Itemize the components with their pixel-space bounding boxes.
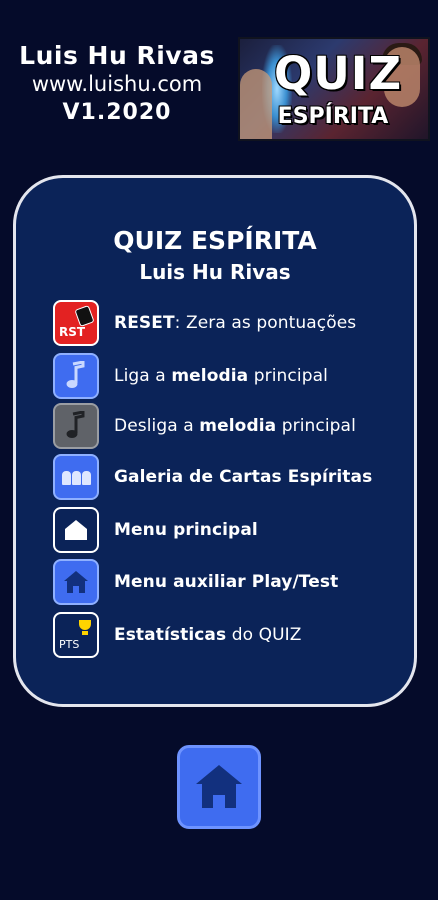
legend-row-cards-gallery: Galeria de Cartas Espíritas (53, 454, 372, 500)
trophy-icon (79, 620, 91, 630)
logo-title-quiz: QUIZ (274, 47, 403, 100)
legend-label-statistics: Estatísticas do QUIZ (114, 625, 302, 645)
statistics-trophy-icon[interactable]: PTS (53, 612, 99, 658)
legend-label-cards-gallery: Galeria de Cartas Espíritas (114, 467, 373, 487)
legend-row-reset: RST RESET: Zera as pontuações (53, 300, 356, 346)
statistics-icon-label: PTS (59, 638, 80, 651)
quiz-espirita-logo: QUIZ ESPÍRITA (238, 37, 430, 141)
header: Luis Hu Rivas www.luishu.com V1.2020 (6, 40, 228, 128)
reset-icon-label: RST (59, 325, 86, 339)
home-button[interactable] (177, 745, 261, 829)
panel-subtitle: Luis Hu Rivas (139, 260, 291, 284)
legend-label-reset-text: : Zera as pontuações (174, 313, 357, 333)
legend-label-music-on: Liga a melodia principal (114, 366, 328, 386)
legend-row-music-off: Desliga a melodia principal (53, 403, 356, 449)
reset-icon[interactable]: RST (53, 300, 99, 346)
legend-row-statistics: PTS Estatísticas do QUIZ (53, 612, 302, 658)
help-panel: QUIZ ESPÍRITA Luis Hu Rivas RST RESET: Z… (13, 175, 417, 707)
legend-label-reset: RESET: Zera as pontuações (114, 313, 356, 333)
logo-title-espirita: ESPÍRITA (277, 104, 389, 129)
legend-row-music-on: Liga a melodia principal (53, 353, 328, 399)
home-icon[interactable] (53, 507, 99, 553)
app-version: V1.2020 (62, 100, 172, 125)
music-note-off-icon[interactable] (53, 403, 99, 449)
legend-label-reset-bold: RESET (114, 313, 175, 333)
legend-row-main-menu: Menu principal (53, 507, 258, 553)
legend-label-auxiliary-menu: Menu auxiliar Play/Test (114, 572, 339, 592)
music-note-icon[interactable] (53, 353, 99, 399)
legend-label-music-off: Desliga a melodia principal (114, 416, 356, 436)
author-name: Luis Hu Rivas (19, 41, 215, 70)
home-icon (196, 765, 242, 808)
cards-gallery-icon[interactable] (53, 454, 99, 500)
panel-title: QUIZ ESPÍRITA (113, 226, 317, 255)
legend-label-main-menu: Menu principal (114, 520, 258, 540)
website-link[interactable]: www.luishu.com (6, 71, 228, 98)
home-auxiliary-icon[interactable] (53, 559, 99, 605)
legend-row-auxiliary-menu: Menu auxiliar Play/Test (53, 559, 338, 605)
